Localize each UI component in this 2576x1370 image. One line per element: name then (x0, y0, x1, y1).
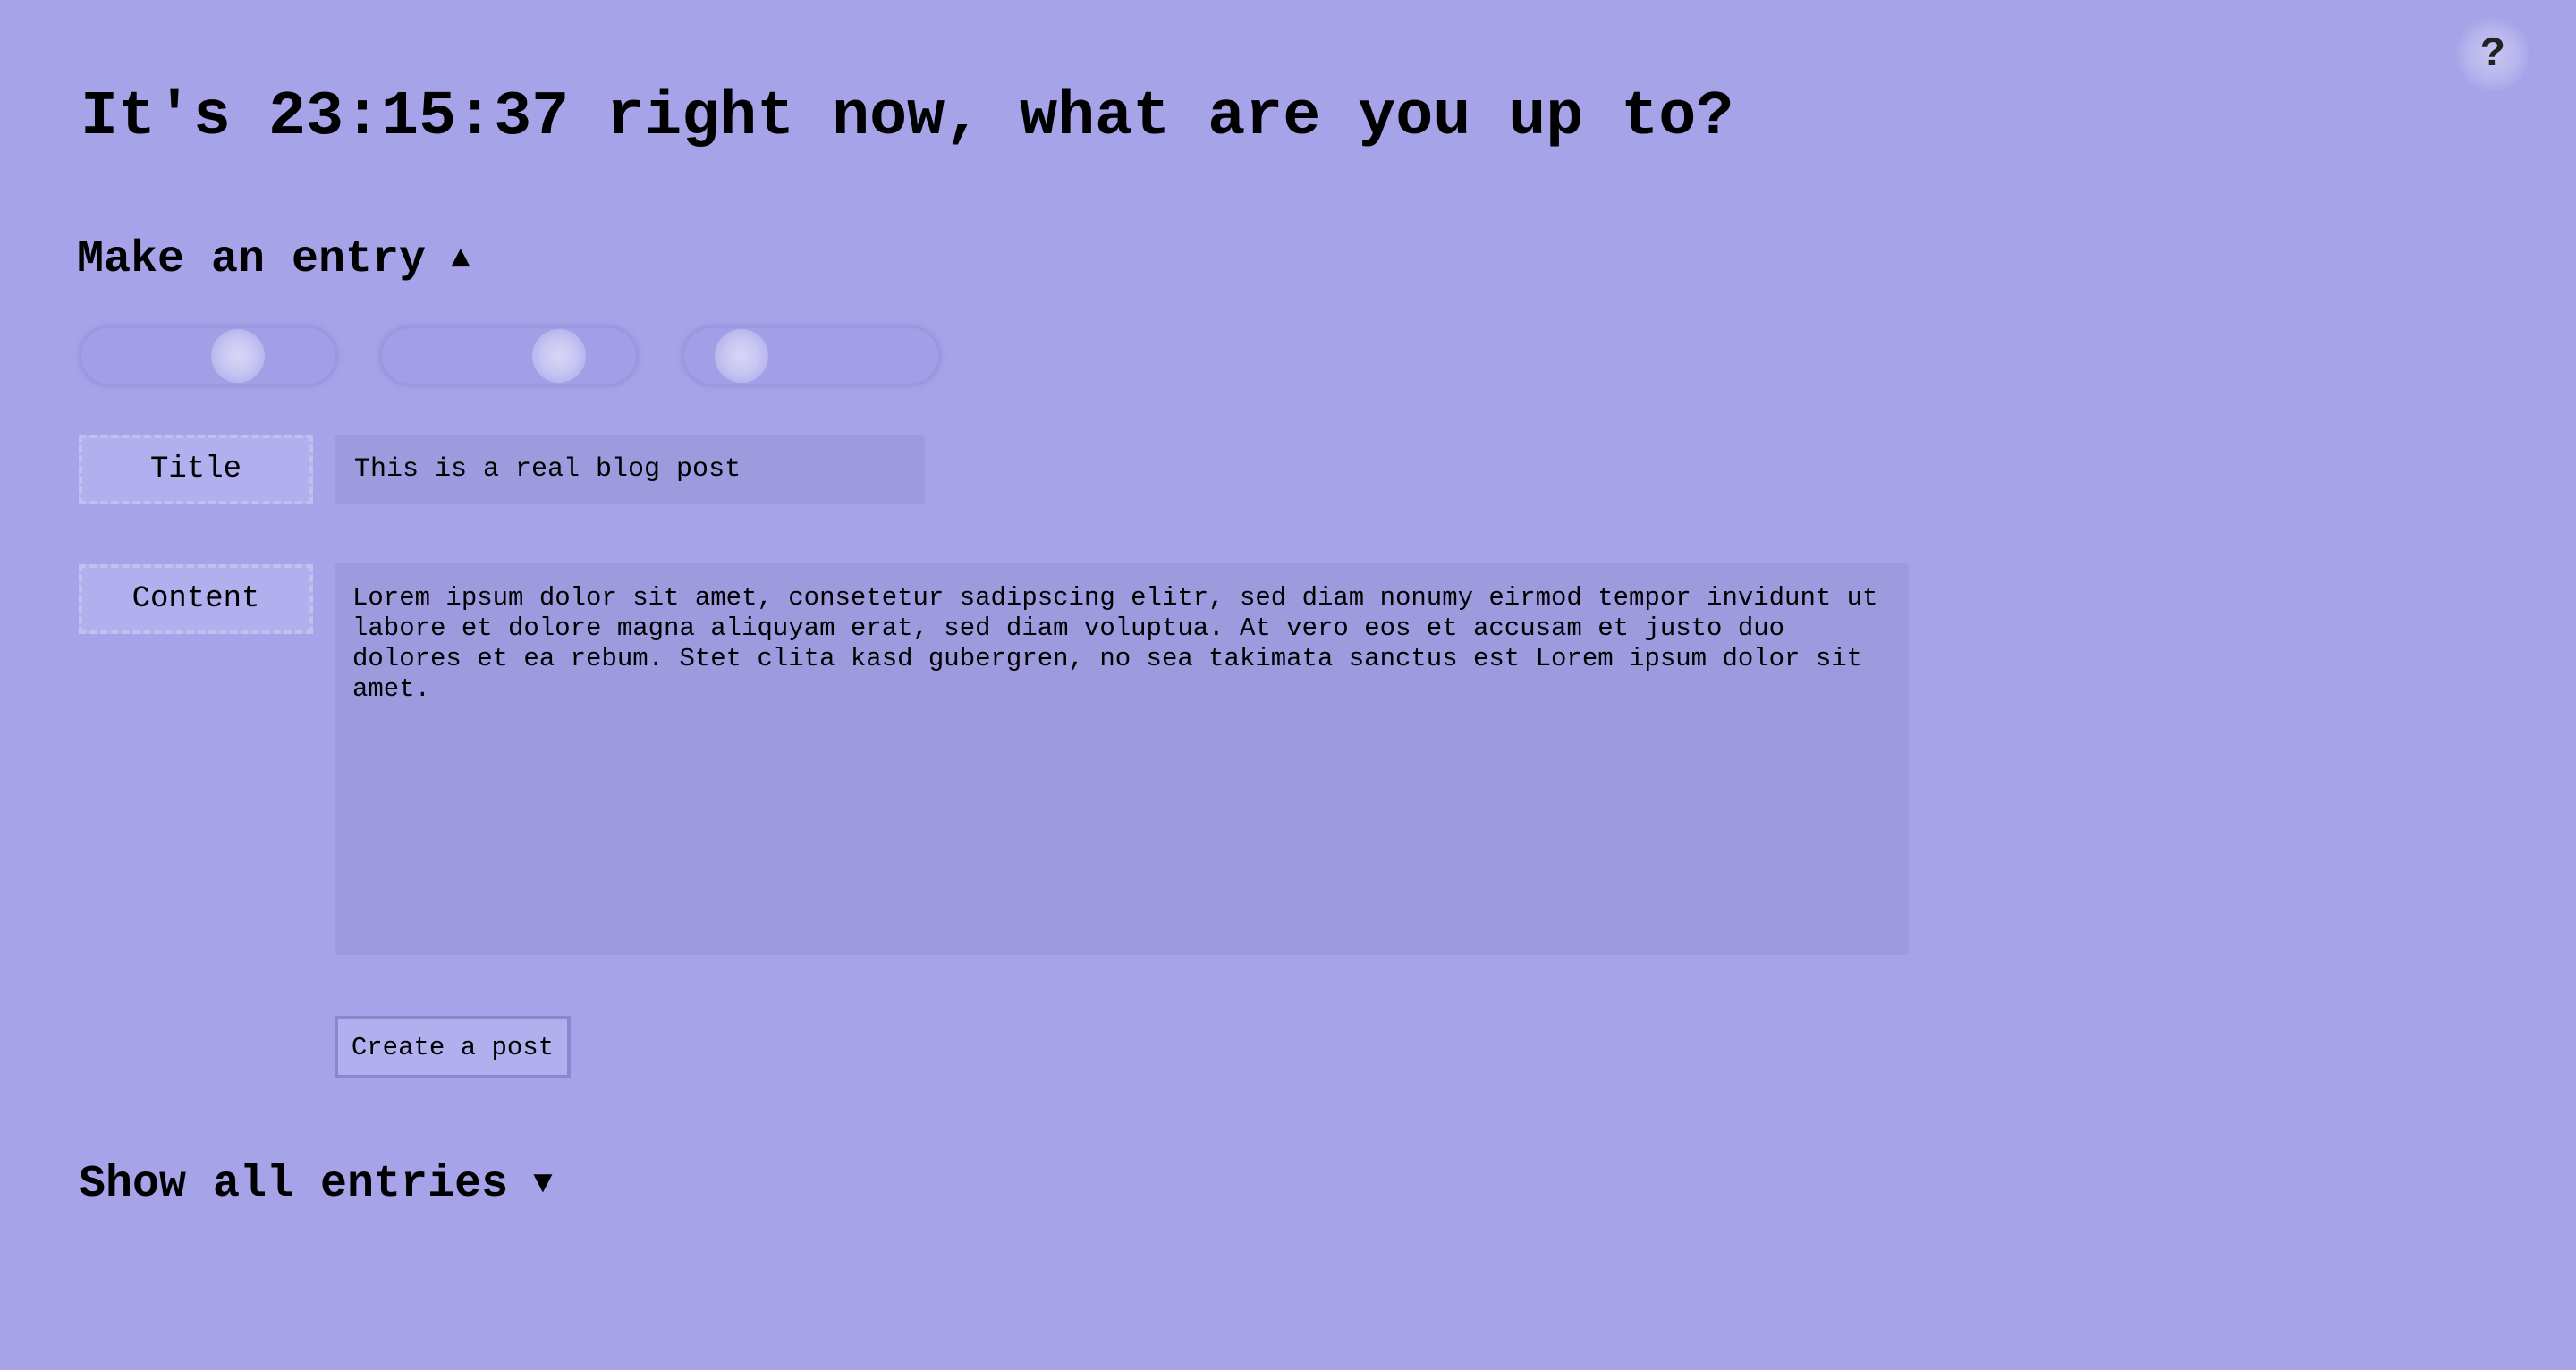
help-button[interactable]: ? (2456, 18, 2529, 91)
slider-1[interactable] (79, 326, 338, 386)
slider-knob[interactable] (715, 329, 769, 383)
page-title: It's 23:15:37 right now, what are you up… (80, 82, 1734, 153)
slider-knob[interactable] (531, 329, 586, 383)
expand-arrow-icon: ▼ (533, 1165, 553, 1202)
content-label-text: Content (131, 582, 260, 616)
create-post-button[interactable]: Create a post (335, 1016, 571, 1078)
title-label-text: Title (149, 452, 242, 486)
collapse-arrow-icon: ▲ (451, 241, 470, 277)
make-entry-toggle[interactable]: Make an entry ▲ (77, 234, 470, 285)
slider-knob[interactable] (211, 329, 266, 383)
help-icon: ? (2480, 31, 2505, 78)
content-label: Content (79, 564, 313, 634)
show-entries-label: Show all entries (79, 1159, 509, 1210)
slider-3[interactable] (682, 326, 941, 386)
content-textarea[interactable]: Lorem ipsum dolor sit amet, consetetur s… (335, 563, 1909, 955)
page: ? It's 23:15:37 right now, what are you … (0, 0, 2576, 1370)
slider-2[interactable] (379, 326, 639, 386)
title-label: Title (79, 435, 313, 504)
make-entry-label: Make an entry (77, 234, 427, 285)
show-entries-toggle[interactable]: Show all entries ▼ (79, 1159, 553, 1210)
title-input[interactable] (335, 435, 925, 504)
